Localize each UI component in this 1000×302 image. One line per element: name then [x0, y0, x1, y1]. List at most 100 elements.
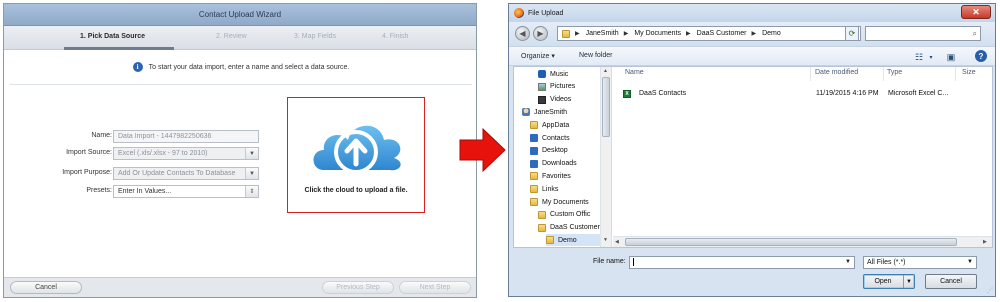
file-type-select[interactable]: All Files (*.*) ▼ — [863, 256, 977, 269]
import-purpose-select[interactable]: Add Or Update Contacts To Database ▼ — [113, 167, 259, 180]
presets-value: Enter In Values... — [118, 188, 172, 195]
sidebar-item-links[interactable]: Links — [530, 183, 600, 195]
forward-arrow-icon[interactable]: ▶ — [533, 26, 548, 41]
breadcrumb-demo[interactable]: Demo — [762, 30, 781, 37]
back-arrow-icon[interactable]: ◀ — [515, 26, 530, 41]
scroll-down-icon[interactable]: ▼ — [603, 237, 608, 243]
dialog-body: Music Pictures Videos JaneSmith AppData Conta… — [513, 66, 993, 248]
organize-button[interactable]: Organize ▾ — [521, 52, 555, 60]
chevron-down-icon[interactable]: ▾ — [925, 51, 937, 63]
info-icon: i — [132, 62, 143, 72]
breadcrumb[interactable]: ▶ JaneSmith ▶ My Documents ▶ DaaS Custom… — [557, 26, 861, 41]
sidebar-item-videos[interactable]: Videos — [538, 94, 600, 106]
scroll-thumb[interactable] — [625, 238, 957, 246]
chevron-down-icon[interactable]: ▼ — [245, 168, 258, 179]
sidebar-item-label: My Documents — [542, 198, 589, 206]
vertical-scrollbar[interactable]: ▲ ▼ — [600, 67, 611, 247]
breadcrumb-daas-customer[interactable]: DaaS Customer — [697, 30, 747, 37]
dialog-cancel-button[interactable]: Cancel — [925, 274, 977, 289]
sidebar-item-daas-customer[interactable]: DaaS Customer — [538, 222, 600, 234]
sidebar-item-pictures[interactable]: Pictures — [538, 81, 600, 93]
sidebar-item-janesmith[interactable]: JaneSmith — [522, 106, 600, 118]
file-type-value: All Files (*.*) — [867, 259, 906, 266]
scroll-up-icon[interactable]: ▲ — [603, 68, 608, 74]
contact-upload-wizard: Contact Upload Wizard 1. Pick Data Sourc… — [3, 3, 477, 298]
file-upload-dialog: File Upload ✕ ◀ ▶ ▶ JaneSmith ▶ My Docum… — [508, 3, 996, 297]
folder-icon — [530, 185, 538, 194]
breadcrumb-separator: ▶ — [623, 31, 629, 37]
sidebar-item-appdata[interactable]: AppData — [530, 119, 600, 131]
view-options-icon[interactable]: ☷ — [913, 51, 925, 63]
resize-grip-icon[interactable]: ⋰ — [987, 287, 993, 294]
active-step-indicator — [64, 47, 174, 50]
sidebar-item-contacts[interactable]: Contacts — [530, 132, 600, 144]
file-row[interactable]: X DaaS Contacts 11/19/2015 4:16 PM Micro… — [617, 88, 977, 100]
sidebar-item-desktop[interactable]: Desktop — [530, 145, 600, 157]
column-divider[interactable] — [883, 67, 884, 81]
file-name-input[interactable] — [629, 256, 855, 269]
name-row: Name: Data Import - 1447982250636 — [4, 130, 264, 144]
sidebar-item-label: Music — [550, 70, 569, 78]
chevron-down-icon[interactable]: ▼ — [967, 259, 973, 265]
step-pick-data-source[interactable]: 1. Pick Data Source — [80, 33, 145, 40]
folder-icon — [562, 29, 570, 38]
sidebar-item-favorites[interactable]: Favorites — [530, 170, 600, 182]
column-divider[interactable] — [955, 67, 956, 81]
horizontal-scrollbar[interactable]: ◀ ▶ — [613, 236, 992, 247]
new-folder-button[interactable]: New folder — [579, 52, 612, 59]
navigation-pane: Music Pictures Videos JaneSmith AppData Conta… — [514, 67, 612, 247]
open-button[interactable]: Open ▼ — [863, 274, 915, 289]
sidebar-item-custom-offic[interactable]: Custom Offic — [538, 209, 600, 221]
column-size[interactable]: Size — [962, 69, 976, 76]
cancel-button[interactable]: Cancel — [10, 281, 82, 294]
column-name[interactable]: Name — [625, 69, 644, 76]
wizard-title-bar: Contact Upload Wizard — [4, 4, 476, 26]
sidebar-item-demo[interactable]: Demo — [546, 234, 600, 247]
chevron-down-icon[interactable]: ▼ — [903, 275, 914, 288]
breadcrumb-my-documents[interactable]: My Documents — [634, 30, 681, 37]
next-step-button[interactable]: Next Step — [399, 281, 471, 294]
import-purpose-value: Add Or Update Contacts To Database — [118, 170, 236, 177]
file-list: Name Date modified Type Size X DaaS Cont… — [613, 67, 992, 247]
column-date-modified[interactable]: Date modified — [815, 69, 858, 76]
name-input[interactable]: Data Import - 1447982250636 — [113, 130, 259, 143]
scroll-right-icon[interactable]: ▶ — [983, 239, 987, 245]
sidebar-item-downloads[interactable]: Downloads — [530, 158, 600, 170]
sidebar-item-label: Videos — [550, 96, 572, 104]
previous-step-button[interactable]: Previous Step — [322, 281, 394, 294]
scroll-thumb[interactable] — [602, 77, 610, 137]
column-type[interactable]: Type — [887, 69, 902, 76]
up-down-icon[interactable]: ⇕ — [245, 186, 258, 197]
help-icon[interactable]: ? — [975, 50, 987, 62]
chevron-down-icon[interactable]: ▼ — [245, 148, 258, 159]
sidebar-item-music[interactable]: Music — [538, 68, 600, 80]
open-label: Open — [874, 278, 892, 285]
search-input[interactable]: ⌕ — [865, 26, 981, 41]
dialog-title: File Upload — [528, 9, 564, 17]
user-icon — [522, 108, 530, 117]
folder-icon — [546, 236, 554, 245]
scroll-left-icon[interactable]: ◀ — [615, 239, 619, 245]
presets-select[interactable]: Enter In Values... ⇕ — [113, 185, 259, 198]
chevron-down-icon[interactable]: ▼ — [845, 259, 851, 265]
blue-icon — [530, 159, 538, 168]
step-review: 2. Review — [216, 33, 247, 40]
close-button[interactable]: ✕ — [961, 5, 991, 19]
import-source-select[interactable]: Excel (.xls/.xlsx - 97 to 2010) ▼ — [113, 147, 259, 160]
sidebar-item-label: Custom Offic — [550, 211, 591, 219]
breadcrumb-janesmith[interactable]: JaneSmith — [586, 30, 619, 37]
preview-pane-icon[interactable]: ▣ — [945, 51, 957, 63]
file-date: 11/19/2015 4:16 PM — [816, 90, 879, 97]
name-label: Name: — [91, 132, 112, 139]
sidebar-item-my-documents[interactable]: My Documents — [530, 196, 600, 208]
refresh-icon[interactable]: ⟳ — [845, 26, 859, 41]
sidebar-item-label: AppData — [542, 121, 570, 129]
firefox-icon — [514, 8, 524, 18]
column-divider[interactable] — [810, 67, 811, 81]
wizard-footer: Cancel Previous Step Next Step — [4, 277, 476, 297]
dialog-footer: File name: ▼ All Files (*.*) ▼ Open ▼ Ca… — [509, 250, 995, 296]
cloud-upload-icon[interactable] — [288, 98, 426, 188]
upload-drop-zone[interactable]: Click the cloud to upload a file. — [287, 97, 425, 213]
import-purpose-row: Import Purpose: Add Or Update Contacts T… — [4, 167, 264, 181]
info-message: i To start your data import, enter a nam… — [4, 62, 478, 72]
